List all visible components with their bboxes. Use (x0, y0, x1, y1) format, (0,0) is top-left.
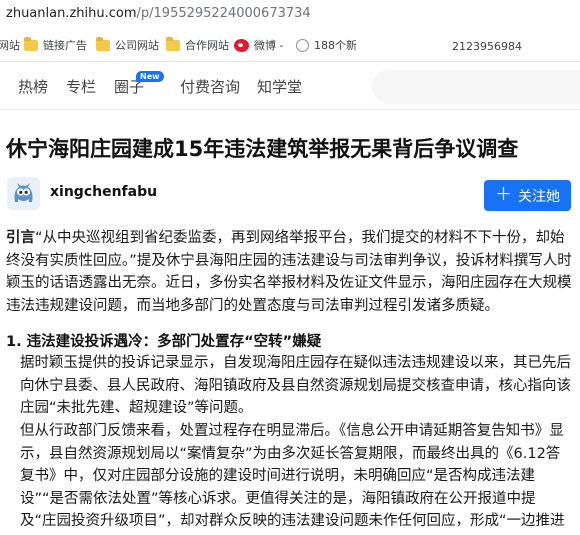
follow-button[interactable]: ＋ 关注她 (484, 180, 571, 211)
bookmark-item[interactable]: 网站 (0, 37, 20, 53)
article-title: 休宁海阳庄园建成15年违法建筑举报无果背后争议调查 (6, 137, 519, 161)
follow-label: 关注她 (518, 188, 560, 205)
author-name[interactable]: xingchenfabu (50, 184, 157, 200)
site-nav: 热榜 专栏 圈子 New 付费咨询 知学堂 (0, 62, 580, 110)
bookmark-label: 网站 (0, 39, 20, 52)
nav-item-zhixuetang[interactable]: 知学堂 (257, 76, 302, 97)
nav-item-paid-consult[interactable]: 付费咨询 (180, 76, 240, 97)
plus-icon: ＋ (495, 185, 512, 205)
nav-item-hot[interactable]: 热榜 (18, 76, 48, 97)
search-input[interactable] (372, 70, 580, 104)
section-heading: 1. 违法建设投诉遇冷：多部门处置存“空转”嫌疑 (6, 334, 322, 350)
globe-icon (296, 38, 309, 52)
avatar[interactable] (7, 177, 40, 210)
bookmark-label: 微博 - (254, 39, 284, 52)
folder-icon (24, 36, 38, 51)
bookmark-label: 188个新 (314, 39, 357, 52)
owl-avatar-icon (7, 177, 40, 210)
section-paragraph: 据时颖玉提供的投诉记录显示，自发现海阳庄园存在疑似违法违规建设以来，其已先后向休… (20, 355, 571, 416)
intro-paragraph: 引言“从中央巡视组到省纪委监委，再到网络举报平台，我们提交的材料不下十份，却始终… (6, 227, 572, 317)
nav-item-column[interactable]: 专栏 (66, 76, 96, 97)
bookmark-folder[interactable]: 合作网站 (166, 36, 229, 53)
intro-label: 引言 (6, 230, 35, 246)
bookmark-label: 公司网站 (115, 39, 159, 52)
folder-icon (166, 36, 180, 51)
bookmark-label: 链接广告 (43, 39, 87, 52)
bookmark-item[interactable]: 188个新 (296, 37, 357, 53)
url-text[interactable]: zhuanlan.zhihu.com/p/1955295224000673734 (6, 6, 311, 21)
weibo-icon (234, 38, 249, 52)
bookmark-label: 合作网站 (185, 39, 229, 52)
folder-icon (96, 36, 110, 51)
bookmark-weibo[interactable]: 微博 - (234, 37, 283, 53)
url-path: /p/1955295224000673734 (136, 6, 311, 21)
bookmark-folder[interactable]: 链接广告 (24, 36, 87, 53)
address-bar[interactable]: zhuanlan.zhihu.com/p/1955295224000673734 (0, 0, 580, 28)
section-paragraph: 但从行政部门反馈来看，处置过程存在明显滞后。《信息公开申请延期答复告知书》显示，… (20, 423, 565, 529)
url-host: zhuanlan.zhihu.com (6, 6, 137, 21)
overlay-number: 2123956984 (452, 40, 522, 53)
new-badge: New (136, 71, 164, 82)
intro-text: “从中央巡视组到省纪委监委，再到网络举报平台，我们提交的材料不下十份，却始终没有… (6, 230, 572, 314)
bookmark-folder[interactable]: 公司网站 (96, 36, 159, 53)
